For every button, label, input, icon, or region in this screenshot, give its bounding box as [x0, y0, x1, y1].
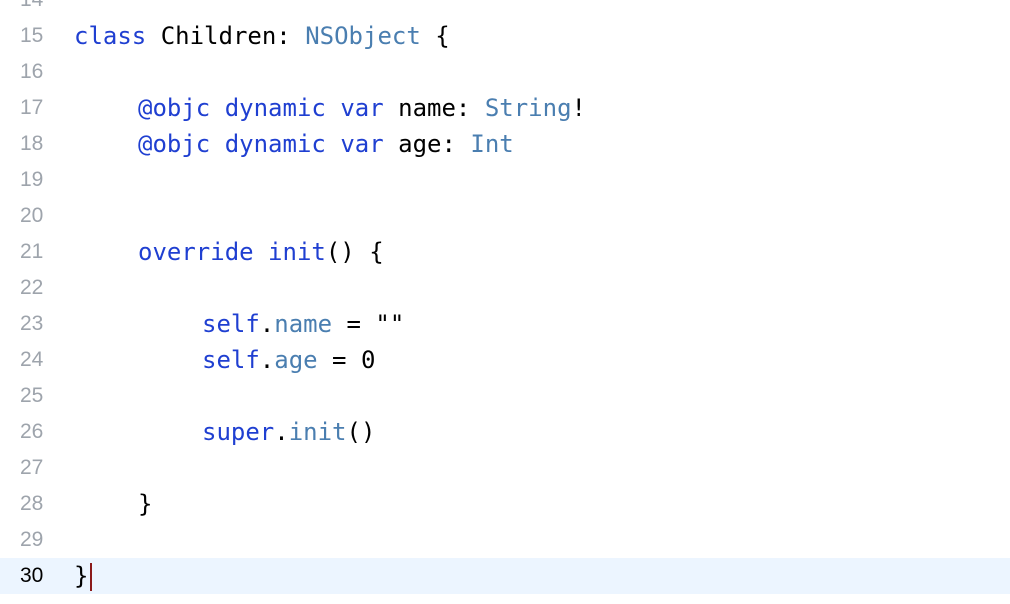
type-token: age [274, 346, 318, 374]
keyword-token: @objc [138, 130, 211, 158]
code-text[interactable]: } [74, 486, 152, 522]
keyword-token: @objc [138, 94, 211, 122]
code-line[interactable]: 15 class Children: NSObject { [0, 18, 1010, 54]
line-number: 22 [20, 276, 44, 299]
type-token: name [274, 310, 333, 338]
line-number: 20 [20, 204, 44, 227]
code-text[interactable]: @objc dynamic var name: String! [74, 90, 586, 126]
line-number: 21 [20, 240, 44, 263]
line-number: 28 [20, 492, 44, 515]
code-text[interactable]: @objc dynamic var age: Int [74, 126, 514, 162]
code-text[interactable]: super.init() [74, 414, 375, 450]
type-token: Int [470, 130, 514, 158]
code-token: () { [325, 238, 384, 266]
line-number: 30 [20, 564, 44, 587]
code-token: . [274, 418, 289, 446]
line-number: 15 [20, 24, 44, 47]
code-line[interactable]: 25 [0, 378, 1010, 414]
code-line[interactable]: 23 self.name = "" [0, 306, 1010, 342]
code-token: name: [383, 94, 485, 122]
code-token: ! [571, 94, 586, 122]
type-token: String [484, 94, 572, 122]
code-text[interactable]: self.age = 0 [74, 342, 375, 378]
line-number: 16 [20, 60, 44, 83]
keyword-token: override [138, 238, 254, 266]
code-token: age: [383, 130, 471, 158]
code-token: () [346, 418, 376, 446]
code-token: . [259, 346, 275, 374]
code-line[interactable]: 17 @objc dynamic var name: String! [0, 90, 1010, 126]
code-line[interactable]: 29 [0, 522, 1010, 558]
code-line[interactable]: 18 @objc dynamic var age: Int [0, 126, 1010, 162]
line-number: 19 [20, 168, 44, 191]
line-number: 25 [20, 384, 44, 407]
code-text[interactable]: class Children: NSObject { [74, 18, 450, 54]
code-token: . [259, 310, 275, 338]
code-text[interactable]: override init() { [74, 234, 384, 270]
code-editor[interactable]: 1415class Children: NSObject {1617@objc … [0, 0, 1010, 604]
keyword-token: var [340, 130, 384, 158]
code-token: = [317, 346, 361, 374]
line-number: 14 [20, 0, 54, 18]
code-line[interactable]: 19 [0, 162, 1010, 198]
code-text[interactable]: self.name = "" [74, 306, 404, 342]
code-line[interactable]: 28} [0, 486, 1010, 522]
code-line[interactable]: 14 [0, 0, 1010, 18]
line-number: 27 [20, 456, 44, 479]
type-token: NSObject [305, 22, 421, 50]
code-token: = [332, 310, 376, 338]
code-line[interactable]: 20 [0, 198, 1010, 234]
code-token: "" [375, 310, 405, 338]
line-number: 17 [20, 96, 44, 119]
keyword-token: dynamic [224, 94, 326, 122]
code-line[interactable]: 21 override init() { [0, 234, 1010, 270]
code-token: Children: [146, 22, 306, 50]
keyword-token: init [268, 238, 326, 266]
keyword-token: var [340, 94, 384, 122]
code-token: { [420, 22, 450, 50]
line-number: 23 [20, 312, 44, 335]
code-line[interactable]: 16 [0, 54, 1010, 90]
keyword-token: self [202, 310, 260, 338]
code-text[interactable]: } [74, 558, 93, 594]
keyword-token: self [202, 346, 260, 374]
keyword-token: super [202, 418, 275, 446]
code-token: } [74, 562, 89, 590]
code-line[interactable]: 30} [0, 558, 1010, 594]
code-token: } [138, 490, 153, 518]
code-line[interactable]: 27 [0, 450, 1010, 486]
code-line[interactable]: 26 super.init() [0, 414, 1010, 450]
line-number: 18 [20, 132, 44, 155]
code-line[interactable]: 24 self.age = 0 [0, 342, 1010, 378]
line-number: 24 [20, 348, 44, 371]
line-number: 26 [20, 420, 44, 443]
keyword-token: class [74, 22, 147, 50]
line-number: 29 [20, 528, 44, 551]
code-line[interactable]: 22 [0, 270, 1010, 306]
type-token: init [288, 418, 347, 446]
code-token: 0 [360, 346, 376, 374]
keyword-token: dynamic [224, 130, 326, 158]
text-caret [90, 563, 93, 591]
